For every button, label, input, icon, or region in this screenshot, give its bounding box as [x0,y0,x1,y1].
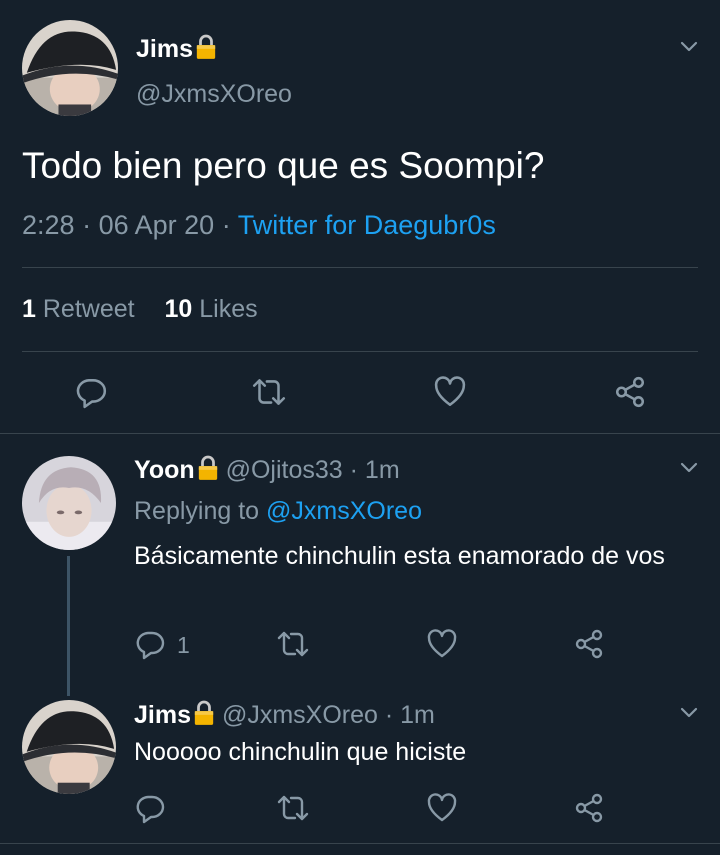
lock-icon [195,34,217,60]
heart-icon[interactable] [426,628,458,660]
section-divider [0,843,720,844]
meta-separator: · [221,210,231,240]
tweet-date: 06 Apr 20 [98,210,215,240]
chevron-down-icon[interactable] [679,706,699,720]
tweet-time: 2:28 [22,210,75,240]
display-name[interactable]: Jims [134,701,191,729]
retweet-stat[interactable]: 1 Retweet [22,295,135,323]
meta-separator: · [82,210,92,240]
retweet-count: 1 [22,295,36,323]
like-label: Likes [199,295,258,323]
display-name[interactable]: Yoon [134,456,195,484]
meta-separator: · [349,456,358,484]
heart-icon[interactable] [426,792,458,824]
share-icon[interactable] [573,628,605,660]
reply-icon[interactable] [134,628,166,660]
reply-header: Jims @JxmsXOreo · 1m [134,700,435,730]
replying-label: Replying to [134,497,260,525]
author-handle[interactable]: @JxmsXOreo [136,80,292,109]
reply-icon[interactable] [74,375,108,409]
tweet-client-link[interactable]: Twitter for Daegubr0s [238,210,496,240]
like-stat[interactable]: 10 Likes [164,295,257,323]
retweet-label: Retweet [42,295,135,323]
share-icon[interactable] [613,375,647,409]
meta-separator: · [384,701,394,729]
thread-line [67,556,70,696]
divider [22,267,698,268]
avatar[interactable] [22,700,116,794]
chevron-down-icon[interactable] [679,40,699,54]
tweet-meta: 2:28 · 06 Apr 20 · Twitter for Daegubr0s [22,210,496,241]
replying-to: Replying to @JxmsXOreo [134,497,422,526]
avatar[interactable] [22,456,116,550]
share-icon[interactable] [573,792,605,824]
chevron-down-icon[interactable] [679,461,699,475]
retweet-icon[interactable] [275,792,311,824]
tweet-text: Básicamente chinchulin esta enamorado de… [134,542,665,570]
reply-count: 1 [177,632,190,658]
section-divider [0,433,720,434]
retweet-icon[interactable] [275,628,311,660]
tweet-age: 1m [400,701,435,729]
lock-icon [193,700,215,726]
tweet-age: 1m [364,456,400,484]
divider [22,351,698,352]
reply-header: Yoon @Ojitos33 · 1m [134,455,400,485]
lock-icon [197,455,219,481]
tweet-text: Nooooo chinchulin que hiciste [134,738,467,766]
display-name: Jims [136,35,193,63]
author-handle[interactable]: @Ojitos33 [226,456,343,484]
tweet-text: Todo bien pero que es Soompi? [22,145,545,186]
author-handle[interactable]: @JxmsXOreo [222,701,378,729]
replying-to-link[interactable]: @JxmsXOreo [266,497,422,525]
retweet-icon[interactable] [250,375,288,409]
heart-icon[interactable] [433,375,467,409]
tweet-stats: 1 Retweet 10 Likes [22,295,258,324]
reply-icon[interactable] [134,792,166,824]
like-count: 10 [164,295,193,323]
author-name-row[interactable]: Jims [136,34,217,64]
avatar[interactable] [22,20,118,116]
